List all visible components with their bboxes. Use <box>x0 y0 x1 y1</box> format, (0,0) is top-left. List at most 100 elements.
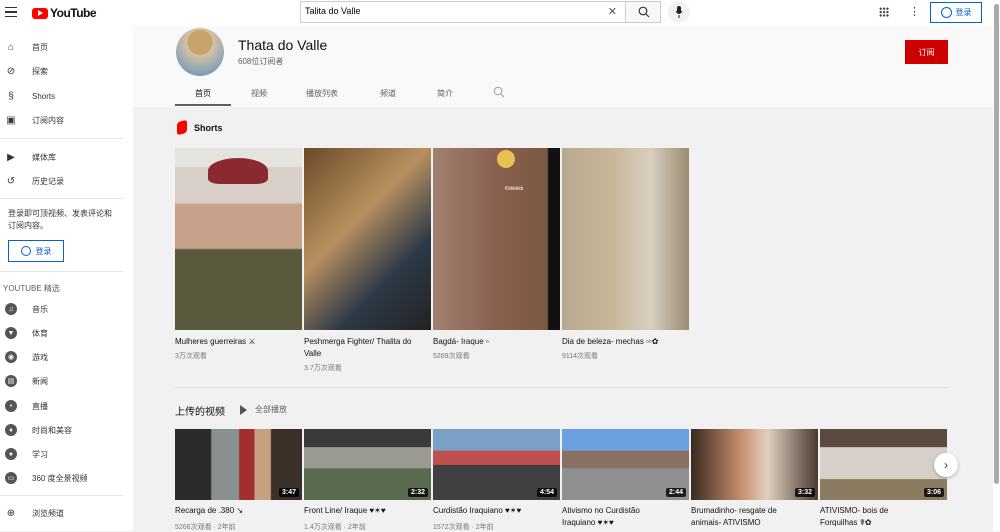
voice-search-button[interactable] <box>668 1 690 23</box>
tab-channels[interactable]: 频道 <box>380 88 396 99</box>
video-thumbnail[interactable]: 2:32 <box>304 429 431 500</box>
short-views: 3.7万次观看 <box>304 365 342 372</box>
sidebar-item-browse-channels[interactable]: ⊕ 浏览频道 <box>0 502 133 524</box>
video-thumbnail[interactable]: 2:44 <box>562 429 689 500</box>
video-duration: 2:32 <box>407 488 428 497</box>
video-title[interactable]: Brumadinho- resgate de animais- ATIVISMO <box>691 505 791 529</box>
360-icon: ▭ <box>5 472 17 484</box>
short-title[interactable]: Peshmerga Fighter/ Thalita do Valle <box>304 336 419 360</box>
chevron-right-icon: › <box>944 458 948 472</box>
next-arrow-button[interactable]: › <box>934 453 958 477</box>
home-icon: ⌂ <box>7 41 15 53</box>
play-all-button[interactable]: 全部播放 <box>240 404 287 415</box>
video-thumbnail[interactable]: 4:54 <box>433 429 560 500</box>
gaming-icon: ◉ <box>5 351 17 363</box>
sidebar-item-music[interactable]: ♫ 音乐 <box>0 298 133 320</box>
tab-videos[interactable]: 视频 <box>251 88 267 99</box>
tab-about[interactable]: 简介 <box>437 88 453 99</box>
video-title[interactable]: Front Line/ Iraque ♥✶♥ <box>304 505 429 517</box>
video-duration: 3:32 <box>794 488 815 497</box>
clear-search-icon[interactable]: ✕ <box>608 5 617 18</box>
divider <box>0 271 123 272</box>
sidebar-item-360[interactable]: ▭ 360 度全景视频 <box>0 467 133 489</box>
video-title[interactable]: Ativismo no Curdistão Iraquiano ♥✶♥ <box>562 505 662 529</box>
add-circle-icon: ⊕ <box>6 507 16 519</box>
signin-button[interactable]: 登录 <box>930 2 982 23</box>
menu-icon[interactable] <box>5 7 17 17</box>
short-thumbnail[interactable]: Kkkkkkk <box>433 148 560 330</box>
sidebar-signin-button[interactable]: 登录 <box>8 240 64 262</box>
trophy-icon: ▼ <box>5 327 17 339</box>
learning-icon: ● <box>5 448 17 460</box>
section-divider <box>175 387 948 388</box>
news-icon: ▤ <box>5 375 17 387</box>
library-icon: ▶ <box>7 151 15 163</box>
sidebar-item-history[interactable]: ↺ 历史记录 <box>0 170 133 192</box>
tab-home[interactable]: 首页 <box>195 88 211 99</box>
live-icon: • <box>5 400 17 412</box>
short-thumbnail[interactable] <box>562 148 689 330</box>
short-title[interactable]: Bagdá- Iraque ▫ <box>433 336 558 348</box>
video-title[interactable]: ATIVISMO- bois de Forquilhas ☤✿ <box>820 505 910 529</box>
history-icon: ↺ <box>6 175 16 187</box>
video-duration: 3:06 <box>923 488 944 497</box>
sidebar-item-news[interactable]: ▤ 新闻 <box>0 370 133 392</box>
sidebar-item-subscriptions[interactable]: ▣ 订阅内容 <box>0 109 133 131</box>
sidebar-item-shorts[interactable]: § Shorts <box>0 85 133 107</box>
top-bar: YouTube ✕ ⋮ 登录 <box>0 0 1000 26</box>
microphone-icon <box>675 6 683 18</box>
channel-name: Thata do Valle <box>238 37 328 53</box>
sidebar-item-live[interactable]: • 直播 <box>0 395 133 417</box>
search-icon <box>638 6 650 18</box>
signin-prompt: 登录即可顶视频、发表评论和订阅内容。 <box>8 209 112 230</box>
subscriber-count: 608位订阅者 <box>238 57 284 66</box>
apps-icon[interactable] <box>879 7 889 17</box>
video-thumbnail[interactable]: 3:06 <box>820 429 947 500</box>
account-icon <box>20 246 31 256</box>
sidebar-item-explore[interactable]: ⊘ 探索 <box>0 60 133 82</box>
uploads-heading[interactable]: 上传的视频 <box>175 403 225 418</box>
youtube-logo[interactable]: YouTube <box>32 6 97 20</box>
short-thumbnail[interactable] <box>175 148 302 330</box>
video-title[interactable]: Curdistão Iraquiano ♥✶♥ <box>433 505 558 517</box>
active-tab-indicator <box>175 104 231 106</box>
short-views: 3万次观看 <box>175 353 207 360</box>
sidebar-item-home[interactable]: ⌂ 首页 <box>0 36 133 58</box>
channel-search-icon[interactable] <box>493 86 505 98</box>
short-thumbnail[interactable] <box>304 148 431 330</box>
compass-icon: ⊘ <box>6 65 16 77</box>
shorts-icon: § <box>8 90 14 102</box>
video-duration: 3:47 <box>278 488 299 497</box>
video-title[interactable]: Recarga de .380 ↘ <box>175 505 300 517</box>
subscriptions-icon: ▣ <box>6 114 16 126</box>
music-icon: ♫ <box>5 303 17 315</box>
search-button[interactable] <box>625 1 661 23</box>
short-title[interactable]: Dia de beleza- mechas ▫▫✿ <box>562 336 687 348</box>
sidebar: ⌂ 首页 ⊘ 探索 § Shorts ▣ 订阅内容 ▶ 媒体库 ↺ 历史记录 登录即可顶视频… <box>0 26 133 531</box>
short-views: 9114次观看 <box>562 353 599 360</box>
sidebar-item-learning[interactable]: ● 学习 <box>0 443 133 465</box>
shorts-heading: Shorts <box>194 123 223 133</box>
scrollbar[interactable] <box>993 0 1000 531</box>
more-options-icon[interactable]: ⋮ <box>909 5 920 18</box>
video-thumbnail[interactable]: 3:47 <box>175 429 302 500</box>
video-thumbnail[interactable]: 3:32 <box>691 429 818 500</box>
search-box[interactable]: ✕ <box>300 1 626 23</box>
sidebar-item-fashion[interactable]: ♦ 时尚和美容 <box>0 419 133 441</box>
play-icon <box>240 404 247 415</box>
featured-heading: YOUTUBE 精选 <box>3 284 60 293</box>
divider <box>0 138 123 139</box>
sidebar-item-sports[interactable]: ▼ 体育 <box>0 322 133 344</box>
short-title[interactable]: Mulheres guerreiras ⚔ <box>175 336 300 348</box>
video-duration: 2:44 <box>665 488 686 497</box>
video-duration: 4:54 <box>536 488 557 497</box>
sidebar-item-gaming[interactable]: ◉ 游戏 <box>0 346 133 368</box>
search-input[interactable] <box>305 6 595 16</box>
channel-avatar[interactable] <box>176 28 224 76</box>
account-icon <box>940 7 952 18</box>
divider <box>0 198 123 199</box>
subscribe-button[interactable]: 订阅 <box>905 40 948 64</box>
tab-playlists[interactable]: 播放列表 <box>306 88 338 99</box>
divider <box>0 495 123 496</box>
sidebar-item-library[interactable]: ▶ 媒体库 <box>0 146 133 168</box>
